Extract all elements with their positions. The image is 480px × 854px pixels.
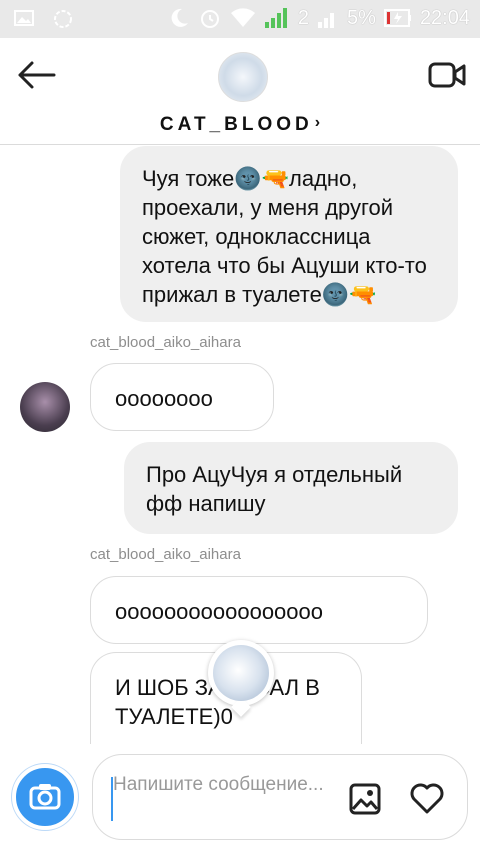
avatar — [213, 645, 269, 701]
message-input[interactable]: Напишите сообщение... — [113, 773, 333, 797]
username-label: CAT_BLOOD — [159, 114, 313, 135]
battery-percent: 5% — [347, 6, 376, 29]
incoming-message[interactable]: оооооооо — [90, 363, 274, 431]
incoming-message[interactable]: ооооооооооооооооо — [90, 576, 428, 644]
chevron-right-icon: › — [314, 114, 321, 131]
signal-icon — [264, 8, 287, 28]
sender-name: cat_blood_aiko_aihara — [90, 546, 241, 563]
camera-button[interactable] — [12, 764, 78, 830]
outgoing-message[interactable]: Про АцуЧуя я отдельный фф напишу — [124, 442, 458, 534]
seen-avatar — [208, 640, 274, 717]
clock: 22:04 — [419, 6, 470, 29]
wifi-icon — [230, 8, 255, 27]
sync-notification-icon — [54, 10, 72, 28]
battery-charging-icon — [383, 9, 411, 27]
avatar[interactable] — [218, 52, 268, 102]
arrow-left-icon[interactable] — [16, 60, 56, 90]
gallery-notification-icon — [14, 10, 34, 26]
status-bar: 2 5% 22:04 — [0, 0, 480, 38]
outgoing-message[interactable]: Чуя тоже🌚🔫ладно, проехали, у меня другой… — [120, 146, 458, 322]
username-title[interactable]: CAT_BLOOD › — [0, 114, 480, 136]
heart-icon[interactable] — [409, 781, 445, 815]
alarm-icon — [200, 10, 219, 28]
sender-name: cat_blood_aiko_aihara — [90, 334, 241, 351]
camera-icon — [29, 784, 61, 810]
message-composer: Напишите сообщение... — [92, 754, 468, 840]
video-camera-icon[interactable] — [428, 60, 466, 90]
sim-slot-label: 2 — [297, 6, 310, 29]
avatar[interactable] — [20, 382, 70, 432]
status-left-icons — [14, 8, 74, 30]
chat-header: CAT_BLOOD › — [0, 38, 480, 145]
image-icon[interactable] — [349, 783, 381, 815]
signal-2-icon — [318, 13, 335, 28]
status-right-icons: 2 5% 22:04 — [168, 6, 470, 30]
moon-icon — [171, 8, 188, 27]
